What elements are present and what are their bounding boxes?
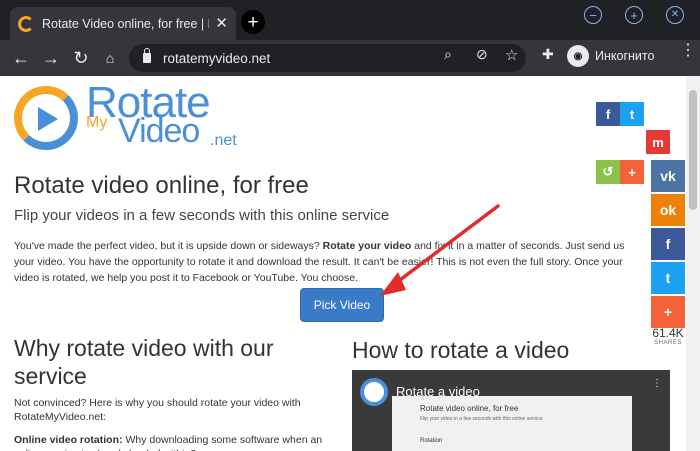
video-channel-icon <box>360 378 388 406</box>
extensions-icon[interactable]: ✚ <box>542 46 554 63</box>
share-count: 61.4K <box>652 326 684 340</box>
online-label: Online video rotation: <box>14 434 123 446</box>
incognito-icon: ◉ <box>567 45 589 67</box>
page-title: Rotate video online, for free <box>14 172 309 199</box>
plus-side-share-icon[interactable]: + <box>651 296 685 328</box>
twitter-share-icon[interactable]: t <box>620 102 644 126</box>
close-window-icon[interactable]: ✕ <box>666 6 684 24</box>
intro-bold: Rotate your video <box>322 240 412 252</box>
back-icon[interactable]: ← <box>9 46 33 70</box>
incognito-label: Инкогнито <box>595 49 655 63</box>
new-tab-button[interactable]: + <box>241 10 265 34</box>
video-title[interactable]: Rotate a video <box>396 384 480 399</box>
logo-text-net: .net <box>210 132 237 149</box>
site-logo[interactable]: Rotate My Video .net <box>14 78 244 154</box>
thumb-title: Rotate video online, for free <box>420 404 519 413</box>
zoom-icon[interactable]: ⌕ <box>444 46 452 63</box>
forward-icon[interactable]: → <box>39 46 63 70</box>
bookmark-star-icon[interactable]: ☆ <box>505 46 518 64</box>
share-counter: 61.4K SHARES <box>649 326 687 346</box>
logo-text-my: My <box>86 114 108 131</box>
intro-paragraph: You've made the perfect video, but it is… <box>14 238 634 286</box>
site-favicon-icon <box>18 15 34 32</box>
page-subtitle: Flip your videos in a few seconds with t… <box>14 207 390 224</box>
online-rotation-paragraph: Online video rotation: Why downloading s… <box>14 433 334 451</box>
reload-icon[interactable]: ↻ <box>69 46 93 70</box>
video-embed[interactable]: Rotate video online, for free Flip your … <box>352 370 670 451</box>
thumb-rotation: Rotation <box>420 438 443 444</box>
video-thumbnail: Rotate video online, for free Flip your … <box>392 396 632 451</box>
browser-toolbar: ← → ↻ ⌂ rotatemyvideo.net ⌕ ⊘ ☆ ✚ ◉ Инко… <box>0 40 700 76</box>
tracking-blocked-icon[interactable]: ⊘ <box>476 46 488 63</box>
why-heading: Why rotate video with our service <box>14 335 274 389</box>
webpage: Rotate My Video .net f t m ↺ + vk ok f t… <box>0 76 700 451</box>
ok-share-icon[interactable]: ok <box>651 194 685 226</box>
minimize-icon[interactable]: − <box>584 6 602 24</box>
intro-text-1: You've made the perfect video, but it is… <box>14 240 320 252</box>
lock-icon <box>143 48 151 63</box>
page-scrollbar[interactable] <box>686 76 700 451</box>
incognito-profile[interactable]: ◉ Инкогнито <box>567 45 654 67</box>
tab-close-icon[interactable]: ✕ <box>215 16 228 31</box>
browser-tab[interactable]: Rotate Video online, for free | Rotate ✕ <box>10 7 236 40</box>
pick-video-button[interactable]: Pick Video <box>300 288 384 322</box>
how-heading: How to rotate a video <box>352 337 570 363</box>
facebook-share-icon[interactable]: f <box>596 102 620 126</box>
browser-menu-icon[interactable]: ⋮ <box>680 43 696 59</box>
logo-text-video: Video <box>118 112 200 150</box>
why-paragraph: Not convinced? Here is why you should ro… <box>14 397 301 423</box>
browser-tabstrip: Rotate Video online, for free | Rotate ✕… <box>0 0 700 40</box>
vk-share-icon[interactable]: vk <box>651 160 685 192</box>
facebook-side-share-icon[interactable]: f <box>651 228 685 260</box>
evernote-share-icon[interactable]: ↺ <box>596 160 620 184</box>
home-icon[interactable]: ⌂ <box>98 46 122 70</box>
scrollbar-thumb[interactable] <box>689 90 697 210</box>
more-share-icon[interactable]: + <box>620 160 644 184</box>
video-menu-icon[interactable]: ⋮ <box>652 378 662 389</box>
share-label: SHARES <box>654 340 682 346</box>
url-text: rotatemyvideo.net <box>163 50 271 66</box>
thumb-subtitle: Flip your video in a few seconds with th… <box>420 416 543 422</box>
logo-play-icon <box>38 107 58 131</box>
address-bar[interactable]: rotatemyvideo.net <box>129 44 526 72</box>
maximize-icon[interactable]: + <box>625 6 643 24</box>
twitter-side-share-icon[interactable]: t <box>651 262 685 294</box>
mix-share-icon[interactable]: m <box>646 130 670 154</box>
tab-title: Rotate Video online, for free | Rotate <box>42 16 209 31</box>
